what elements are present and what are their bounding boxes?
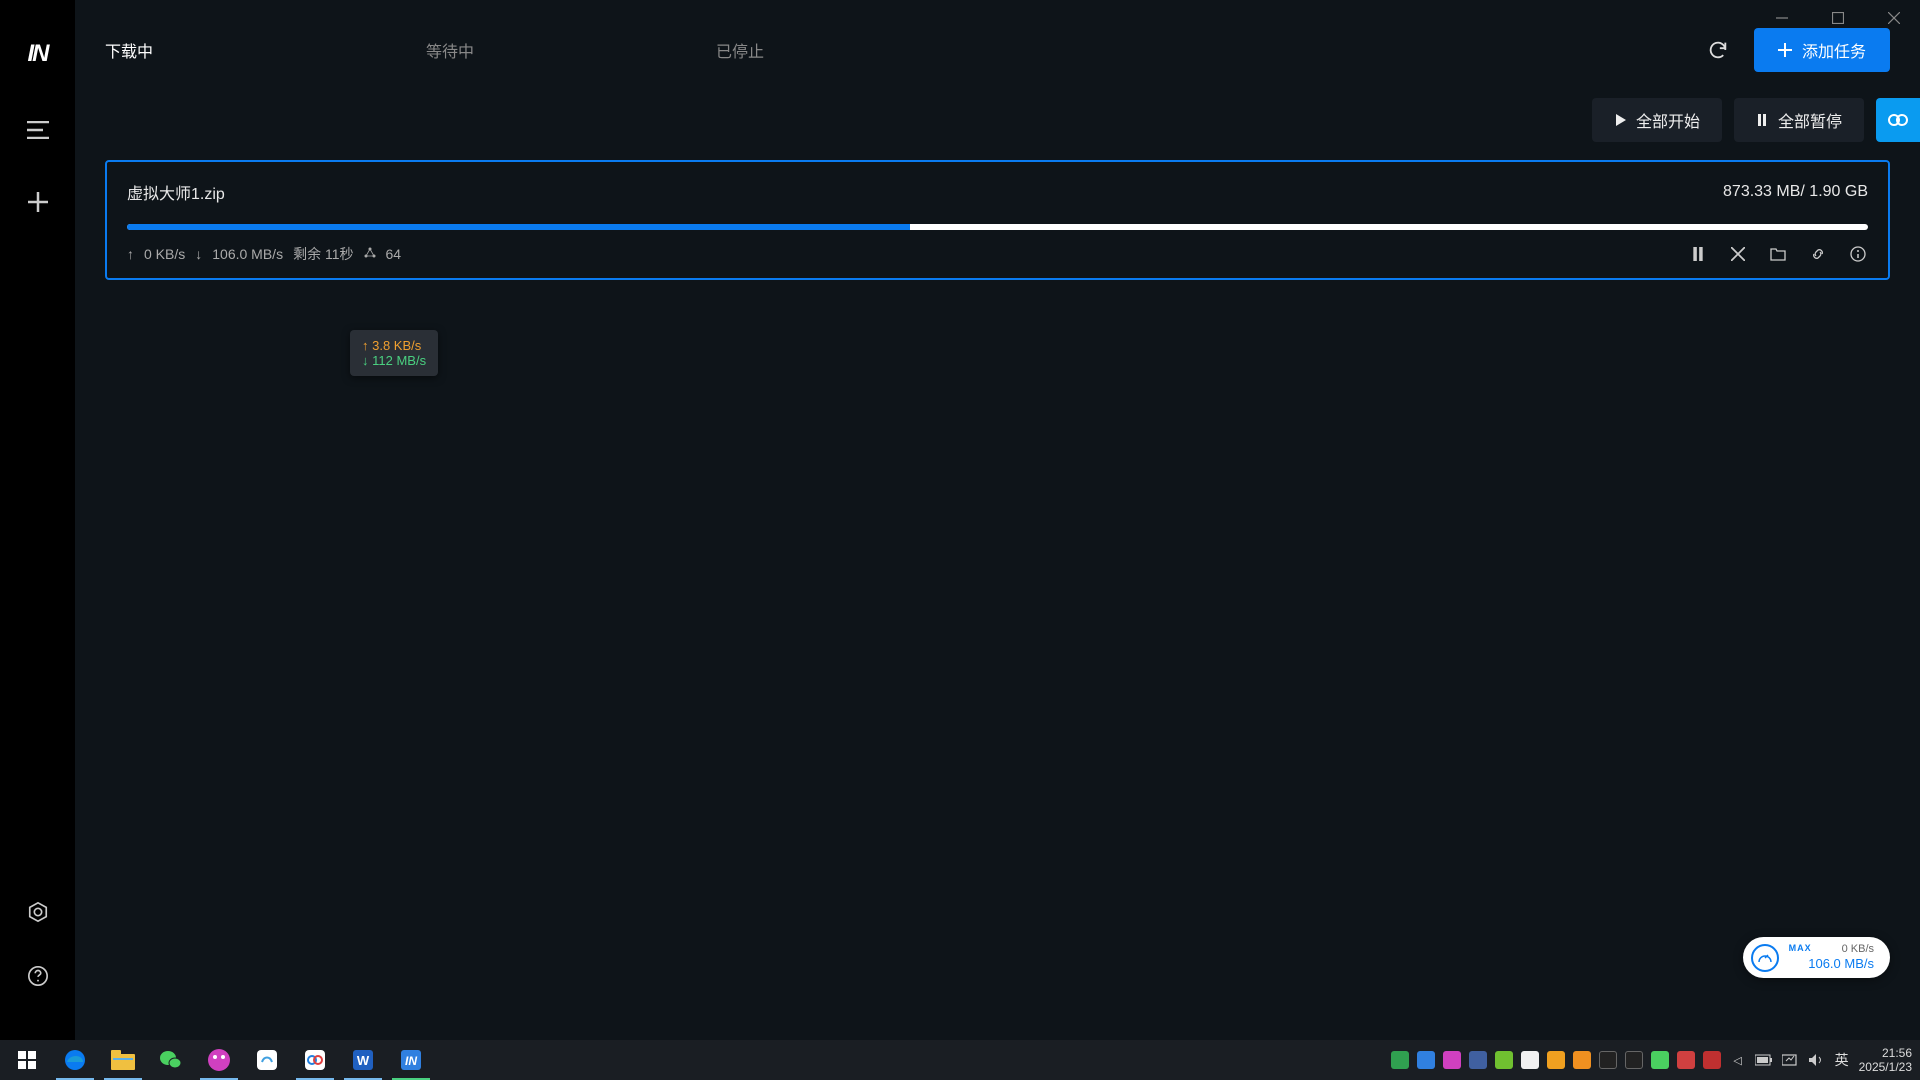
tooltip-download: ↓ 112 MB/s — [362, 353, 426, 368]
sidebar: IN — [0, 0, 75, 1040]
tray-icon-13[interactable] — [1703, 1051, 1721, 1069]
copy-link-icon[interactable] — [1808, 244, 1828, 264]
speed-tooltip: ↑ 3.8 KB/s ↓ 112 MB/s — [350, 330, 438, 376]
speed-badge-max: MAX — [1789, 943, 1812, 954]
start-menu-icon[interactable] — [4, 1040, 50, 1080]
speed-badge-up: 0 KB/s — [1842, 943, 1874, 956]
refresh-icon[interactable] — [1704, 36, 1732, 64]
download-speed: 106.0 MB/s — [212, 246, 283, 262]
pause-download-icon[interactable] — [1688, 244, 1708, 264]
app-logo: IN — [28, 40, 48, 68]
minimize-icon[interactable] — [1766, 6, 1798, 30]
window-controls — [1766, 6, 1910, 30]
pause-all-label: 全部暂停 — [1778, 108, 1842, 132]
tray-icon-10[interactable] — [1625, 1051, 1643, 1069]
secondary-row: 全部开始 全部暂停 — [75, 90, 1920, 150]
tab-stopped[interactable]: 已停止 — [595, 38, 885, 62]
tooltip-upload: ↑ 3.8 KB/s — [362, 338, 426, 353]
taskbar: W IN ◁ — [0, 1040, 1920, 1080]
tray-icon-12[interactable] — [1677, 1051, 1695, 1069]
taskbar-app1-icon[interactable] — [196, 1040, 242, 1080]
open-folder-icon[interactable] — [1768, 244, 1788, 264]
taskbar-current-app-icon[interactable]: IN — [388, 1040, 434, 1080]
close-icon[interactable] — [1878, 6, 1910, 30]
cancel-download-icon[interactable] — [1728, 244, 1748, 264]
start-all-label: 全部开始 — [1636, 108, 1700, 132]
taskbar-explorer-icon[interactable] — [100, 1040, 146, 1080]
pause-icon — [1756, 114, 1768, 126]
download-arrow-icon: ↓ — [195, 246, 202, 262]
upload-arrow-icon: ↑ — [127, 246, 134, 262]
add-task-button[interactable]: 添加任务 — [1754, 28, 1890, 72]
taskbar-word-icon[interactable]: W — [340, 1040, 386, 1080]
download-card[interactable]: 虚拟大师1.zip 873.33 MB/ 1.90 GB ↑ 0 KB/s ↓ … — [105, 160, 1890, 280]
menu-icon[interactable] — [18, 110, 58, 150]
tray-clock[interactable]: 21:56 2025/1/23 — [1859, 1046, 1912, 1075]
speed-badge-text: MAX 0 KB/s 106.0 MB/s — [1789, 943, 1874, 972]
speed-badge-down: 106.0 MB/s — [1789, 956, 1874, 972]
svg-text:W: W — [357, 1053, 370, 1068]
taskbar-app2-icon[interactable] — [244, 1040, 290, 1080]
tray-icons: ◁ — [1391, 1051, 1825, 1069]
download-filesize: 873.33 MB/ 1.90 GB — [1723, 183, 1868, 201]
tray-icon-4[interactable] — [1469, 1051, 1487, 1069]
tray-icon-8[interactable] — [1573, 1051, 1591, 1069]
peers-count: 64 — [386, 246, 402, 262]
start-all-button[interactable]: 全部开始 — [1592, 98, 1722, 142]
taskbar-app3-icon[interactable] — [292, 1040, 338, 1080]
taskbar-wechat-icon[interactable] — [148, 1040, 194, 1080]
tray-ime[interactable]: 英 — [1835, 1050, 1849, 1070]
gauge-icon — [1751, 944, 1779, 972]
help-icon[interactable] — [18, 956, 58, 996]
maximize-icon[interactable] — [1822, 6, 1854, 30]
tray-icon-7[interactable] — [1547, 1051, 1565, 1069]
tray-icon-2[interactable] — [1417, 1051, 1435, 1069]
main-area: 下载中 等待中 已停止 添加任务 全部开始 全部暂停 虚拟大师1.zip — [75, 0, 1920, 1040]
progress-fill — [127, 224, 910, 230]
taskbar-right: ◁ 英 21:56 2025/1/23 — [1391, 1046, 1920, 1075]
tray-battery-icon[interactable] — [1755, 1051, 1773, 1069]
tray-icon-5[interactable] — [1495, 1051, 1513, 1069]
tray-icon-1[interactable] — [1391, 1051, 1409, 1069]
add-task-label: 添加任务 — [1802, 38, 1866, 62]
tray-icon-11[interactable] — [1651, 1051, 1669, 1069]
tray-date: 2025/1/23 — [1859, 1060, 1912, 1074]
play-icon — [1614, 114, 1626, 126]
tray-volume-icon[interactable] — [1807, 1051, 1825, 1069]
taskbar-edge-icon[interactable] — [52, 1040, 98, 1080]
tray-time: 21:56 — [1859, 1046, 1912, 1060]
download-filename: 虚拟大师1.zip — [127, 180, 225, 204]
tab-downloading[interactable]: 下载中 — [105, 38, 305, 62]
svg-text:IN: IN — [405, 1054, 417, 1068]
tab-waiting[interactable]: 等待中 — [305, 38, 595, 62]
time-remaining: 剩余 11秒 — [293, 244, 353, 264]
plus-icon — [1778, 43, 1792, 57]
tray-chevron-icon[interactable]: ◁ — [1729, 1051, 1747, 1069]
tray-wifi-icon[interactable] — [1781, 1051, 1799, 1069]
tabs-row: 下载中 等待中 已停止 添加任务 — [75, 0, 1920, 70]
settings-icon[interactable] — [18, 892, 58, 932]
upload-speed: 0 KB/s — [144, 246, 185, 262]
pause-all-button[interactable]: 全部暂停 — [1734, 98, 1864, 142]
progress-bar — [127, 224, 1868, 230]
tray-icon-9[interactable] — [1599, 1051, 1617, 1069]
info-icon[interactable] — [1848, 244, 1868, 264]
cloud-button[interactable] — [1876, 98, 1920, 142]
tray-icon-6[interactable] — [1521, 1051, 1539, 1069]
tray-icon-3[interactable] — [1443, 1051, 1461, 1069]
taskbar-left: W IN — [0, 1040, 434, 1080]
cloud-icon — [1886, 108, 1910, 132]
peers-icon — [364, 246, 376, 262]
add-icon[interactable] — [18, 182, 58, 222]
speed-badge[interactable]: MAX 0 KB/s 106.0 MB/s — [1743, 937, 1890, 978]
